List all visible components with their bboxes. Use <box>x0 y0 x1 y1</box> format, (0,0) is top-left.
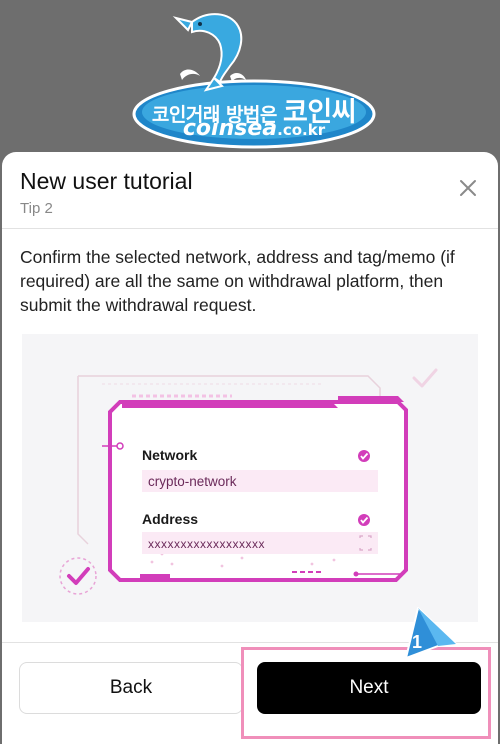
back-button[interactable]: Back <box>19 662 243 714</box>
address-label: Address <box>142 511 198 527</box>
faint-check-icon <box>412 368 438 388</box>
tip-description: Confirm the selected network, address an… <box>20 247 455 315</box>
close-button[interactable] <box>454 174 482 202</box>
network-value: crypto-network <box>148 474 237 489</box>
tip-counter: Tip 2 <box>20 200 53 217</box>
network-label: Network <box>142 447 197 463</box>
step-number-badge: 1 <box>411 632 422 652</box>
next-button[interactable]: Next <box>257 662 481 714</box>
success-ring <box>59 557 97 595</box>
address-value: xxxxxxxxxxxxxxxxxx <box>148 537 265 551</box>
close-icon <box>460 180 476 196</box>
watermark-site-name: coinsea.co.kr <box>182 116 326 141</box>
watermark-logo: 코인거래 방법은 코인씨 coinsea.co.kr <box>130 4 378 150</box>
network-check-icon <box>358 450 370 462</box>
dialog-title: New user tutorial <box>20 168 193 194</box>
tip-illustration: Network crypto-network Address xxxxxxxxx… <box>22 334 478 622</box>
address-check-icon <box>358 514 370 526</box>
success-check-icon <box>67 567 90 585</box>
header-divider <box>2 228 498 229</box>
